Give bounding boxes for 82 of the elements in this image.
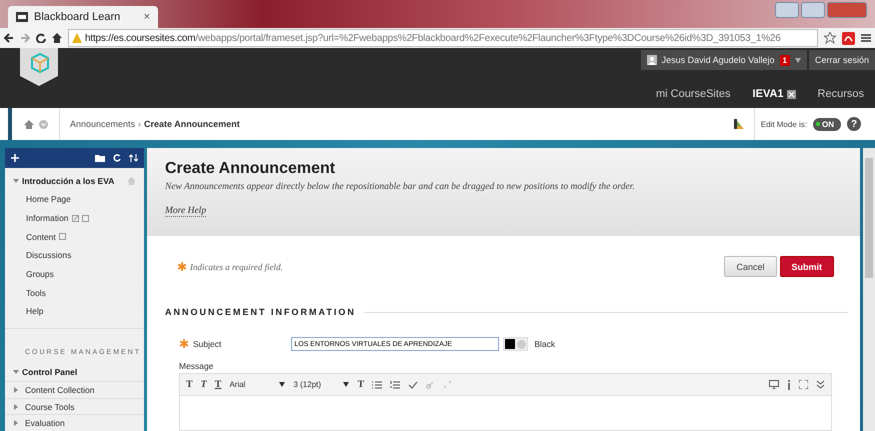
palette-icon[interactable] <box>734 119 744 129</box>
caret-right-icon[interactable] <box>13 404 19 410</box>
subject-label: Subject <box>193 339 222 349</box>
control-panel-item[interactable]: Content Collection <box>5 381 144 398</box>
monitor-icon[interactable] <box>769 380 779 388</box>
reload-icon[interactable] <box>36 33 46 43</box>
italic-button[interactable]: T <box>200 379 207 390</box>
bold-button[interactable]: T <box>186 379 193 390</box>
browser-tab[interactable]: Blackboard Learn × <box>8 6 158 28</box>
color-picker[interactable] <box>503 337 528 351</box>
underline-button[interactable]: T <box>214 379 222 390</box>
color-name: Black <box>534 339 556 349</box>
fullscreen-icon[interactable] <box>799 380 808 388</box>
plus-icon[interactable] <box>11 154 19 162</box>
control-panel-title[interactable]: Control Panel <box>5 362 144 382</box>
url-text: https://es.coursesites.com/webapps/portal/frameset.jsp?url=%2Fwebapps%2Fblackboard%2Fexecute%2Flauncher%3Ftype%3DCourse%26id%3D_391053_1%26 <box>85 32 781 44</box>
warning-icon <box>72 33 82 43</box>
extension-icon[interactable] <box>842 32 855 44</box>
course-menu-item[interactable]: Home Page <box>5 190 144 209</box>
numbered-list-icon[interactable] <box>390 380 400 388</box>
edit-icon <box>72 214 79 222</box>
breadcrumb-current: Create Announcement <box>144 119 240 129</box>
required-icon: ✱ <box>177 260 187 272</box>
folder-icon[interactable] <box>95 154 105 162</box>
star-icon[interactable] <box>824 32 836 44</box>
caret-down-icon[interactable] <box>343 382 350 387</box>
nav-tab[interactable]: mi CourseSites <box>644 84 742 104</box>
home-icon[interactable] <box>52 33 62 43</box>
course-menu-item[interactable]: Discussions <box>5 246 144 265</box>
size-dropdown[interactable]: 3 (12pt) <box>293 380 350 389</box>
address-bar[interactable]: https://es.coursesites.com/webapps/portal/frameset.jsp?url=%2Fwebapps%2Fblackboard%2Fexecute%2Flauncher%3Ftype%3DCourse%26id%3D_391053_1%26 <box>68 29 818 47</box>
refresh-icon[interactable] <box>113 154 121 162</box>
message-editor[interactable]: T T T Arial 3 (12pt) T <box>179 373 832 431</box>
tab-title: Blackboard Learn <box>34 11 120 23</box>
course-menu-item[interactable]: Content <box>5 227 144 246</box>
edit-mode-label: Edit Mode is: <box>760 120 807 128</box>
page-description: New Announcements appear directly below the repositionable bar and can be dragged to new positions to modify the order. <box>165 182 636 192</box>
nav-tab[interactable]: IEVA1 <box>742 84 807 104</box>
breadcrumb-separator: › <box>138 119 142 129</box>
square-icon <box>58 233 66 240</box>
required-icon: ✱ <box>179 338 189 350</box>
text-format-button[interactable]: T <box>357 379 364 390</box>
avatar-icon <box>646 55 657 65</box>
page-title: Create Announcement <box>165 160 336 178</box>
course-menu-item[interactable]: Groups <box>5 264 144 284</box>
course-menu-item[interactable]: Tools <box>5 283 144 302</box>
caret-right-icon[interactable] <box>13 386 19 393</box>
info-icon[interactable] <box>787 380 791 390</box>
logo-drawing[interactable] <box>20 48 58 86</box>
bullet-list-icon[interactable] <box>372 380 382 388</box>
notification-badge: 1 <box>780 54 790 66</box>
chevrons-down-icon[interactable] <box>816 380 825 388</box>
edit-mode-toggle[interactable]: ON <box>813 118 841 130</box>
more-help-link[interactable]: More Help <box>165 206 206 217</box>
logout-link[interactable]: Cerrar sesión <box>808 50 875 70</box>
message-label: Message <box>179 361 214 371</box>
section-title: ANNOUNCEMENT INFORMATION <box>165 307 356 317</box>
close-icon[interactable]: × <box>144 11 150 23</box>
breadcrumb-link[interactable]: Announcements <box>70 119 136 129</box>
spellcheck-icon[interactable] <box>408 380 418 388</box>
course-menu-item[interactable]: Help <box>5 302 144 320</box>
menu-icon[interactable] <box>861 33 871 43</box>
caret-right-icon[interactable] <box>13 420 19 426</box>
font-dropdown[interactable]: Arial <box>229 380 286 389</box>
nav-tab[interactable]: Recursos <box>806 84 875 104</box>
back-icon[interactable] <box>4 33 14 43</box>
course-menu-item[interactable]: Information <box>5 208 144 228</box>
square-icon <box>82 214 89 222</box>
required-note: Indicates a required field. <box>190 262 283 272</box>
close-icon[interactable] <box>786 90 796 98</box>
sort-icon[interactable] <box>129 154 138 162</box>
cancel-button[interactable]: Cancel <box>724 256 776 277</box>
control-panel-item[interactable]: Course Tools <box>5 398 144 414</box>
user-menu[interactable]: Jesus David Agudelo Vallejo 1 <box>640 50 807 70</box>
help-icon[interactable]: ? <box>847 117 861 131</box>
control-panel-label: Control Panel <box>22 366 78 377</box>
caret-down-icon[interactable] <box>279 382 286 387</box>
control-panel-item[interactable]: Evaluation <box>5 414 144 431</box>
user-name: Jesus David Agudelo Vallejo <box>662 55 775 65</box>
submit-button[interactable]: Submit <box>780 256 834 277</box>
blackboard-icon <box>16 12 28 22</box>
course-title: Introducción a los EVA <box>22 176 114 186</box>
